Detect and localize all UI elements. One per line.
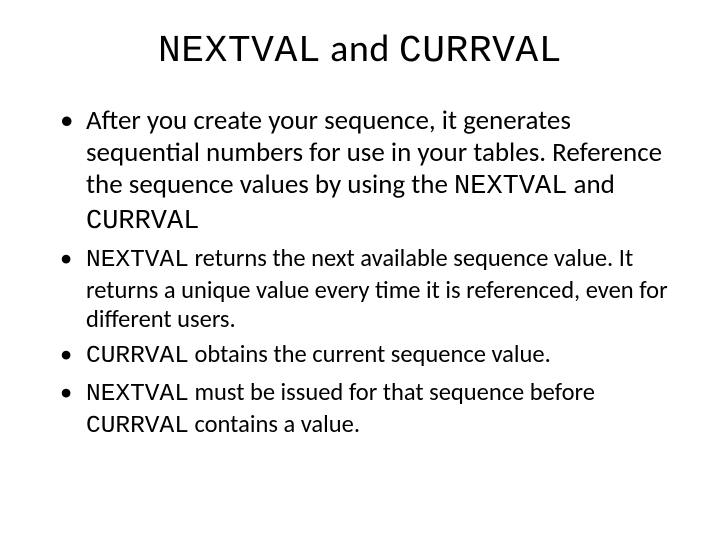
title-text-and: and: [321, 26, 399, 72]
bullet-order-rule: NEXTVAL must be issued for that sequence…: [60, 378, 670, 442]
slide: NEXTVAL and CURRVAL After you create you…: [0, 0, 720, 540]
title-code-nextval: NEXTVAL: [158, 30, 321, 73]
text: must be issued for that sequence before: [189, 377, 595, 407]
code-currval: CURRVAL: [86, 207, 199, 237]
code-currval: CURRVAL: [86, 413, 189, 440]
code-nextval: NEXTVAL: [454, 172, 567, 202]
code-currval: CURRVAL: [86, 343, 189, 370]
text: obtains the current sequence value.: [189, 339, 551, 369]
text: and: [567, 168, 614, 201]
bullet-currval-desc: CURRVAL obtains the current sequence val…: [60, 340, 670, 372]
bullet-nextval-desc: NEXTVAL returns the next available seque…: [60, 244, 670, 334]
slide-title: NEXTVAL and CURRVAL: [50, 26, 670, 73]
text: contains a value.: [189, 409, 360, 439]
bullet-list: After you create your sequence, it gener…: [50, 105, 670, 442]
code-nextval: NEXTVAL: [86, 247, 189, 274]
bullet-intro: After you create your sequence, it gener…: [60, 105, 670, 238]
title-code-currval: CURRVAL: [399, 30, 562, 73]
code-nextval: NEXTVAL: [86, 381, 189, 408]
